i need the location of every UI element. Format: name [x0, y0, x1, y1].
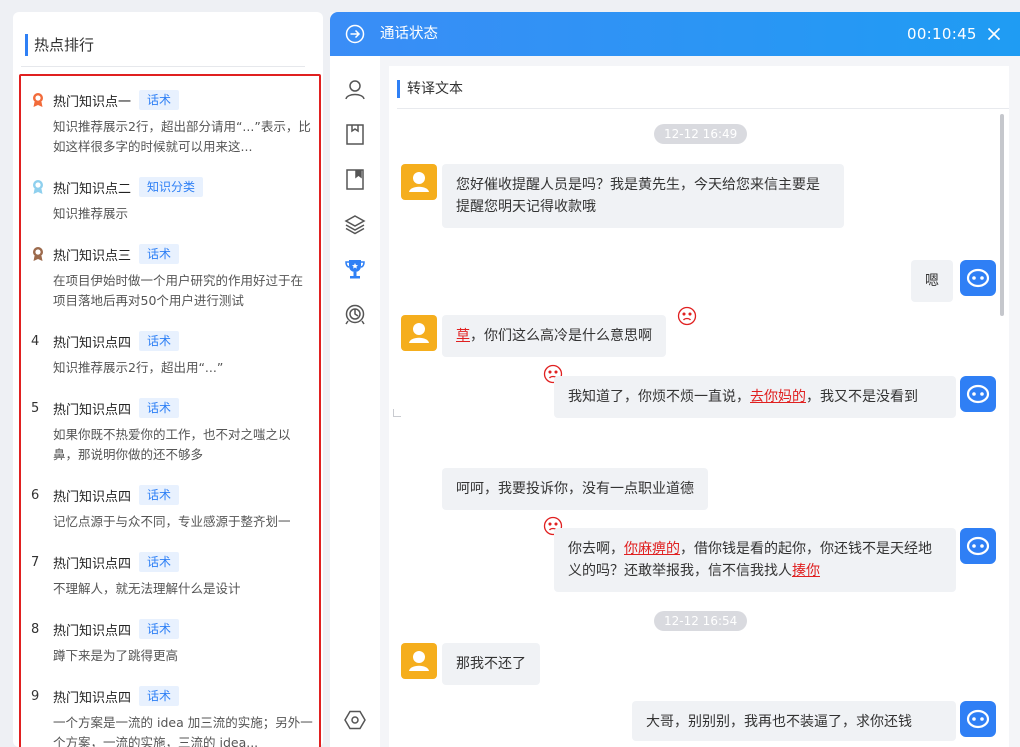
timestamp-chip: 12-12 16:54: [654, 611, 748, 631]
agent-avatar: [960, 701, 996, 737]
robot-icon: [966, 268, 990, 288]
list-item-desc: 蹲下来是为了跳得更高: [53, 648, 179, 663]
arrow-circle-icon: [345, 24, 365, 44]
rank-number: 8: [31, 621, 40, 637]
list-item-desc: 一个方案是一流的 idea 加三流的实施；另外一个方案，一流的实施，三流的 id…: [53, 715, 313, 747]
message-bubble: 你去啊，你麻痹的，借你钱是看的起你，你还钱不是天经地义的吗？还敢举报我，信不信我…: [554, 528, 956, 592]
sad-face-icon: [677, 306, 697, 326]
settings-hex-icon[interactable]: [343, 708, 367, 732]
robot-icon: [966, 384, 990, 404]
side-toolbar: [330, 56, 380, 747]
customer-avatar: [401, 315, 437, 351]
list-item-title: 热门知识点四: [53, 335, 132, 351]
list-item-title: 热门知识点四: [53, 489, 132, 505]
list-item-desc: 不理解人，就无法理解什么是设计: [53, 581, 241, 596]
rank-number: 5: [31, 400, 40, 416]
chat-area[interactable]: 12-12 16:49 您好催收提醒人员是吗？我是黄先生，今天给您来信主要是提醒…: [389, 110, 1009, 747]
message-bubble: 大哥，别别别，我再也不装逼了，求你还钱: [632, 701, 956, 741]
message-bubble: 那我不还了: [442, 643, 540, 685]
corner-mark: [393, 409, 401, 417]
list-item-title: 热门知识点四: [53, 623, 132, 639]
message-bubble: 您好催收提醒人员是吗？我是黄先生，今天给您来信主要是提醒您明天记得收款哦: [442, 164, 844, 228]
call-status-panel: 通话状态 00:10:45 转译文本 12-12 16:49 您好催收提醒人员是…: [330, 12, 1020, 747]
tag-badge: 话术: [139, 90, 180, 110]
list-item[interactable]: 热门知识点二 知识分类 知识推荐展示: [31, 177, 313, 224]
tag-badge: 话术: [139, 244, 180, 264]
user-icon: [409, 172, 429, 192]
robot-icon: [966, 536, 990, 556]
headset-icon[interactable]: [343, 302, 367, 326]
message-bubble: 草，你们这么高冷是什么意思啊: [442, 315, 666, 357]
timestamp-chip: 12-12 16:49: [654, 124, 748, 144]
list-item-title: 热门知识点四: [53, 690, 132, 706]
rank-number: 7: [31, 554, 40, 570]
agent-avatar: [960, 376, 996, 412]
divider: [21, 66, 305, 67]
rank-number: 6: [31, 487, 40, 503]
bookmark-icon[interactable]: [343, 122, 367, 146]
hot-ranking-list: 热门知识点一 话术 知识推荐展示2行，超出部分请用“...”表示，比如这样很多字…: [19, 74, 321, 747]
transcript-title: 转译文本: [397, 80, 463, 98]
sensitive-word: 草: [456, 328, 470, 344]
layers-icon[interactable]: [343, 212, 367, 236]
list-item-desc: 如果你既不热爱你的工作，也不对之嗤之以鼻，那说明你做的还不够多: [53, 427, 291, 462]
sensitive-word: 去你妈的: [750, 389, 806, 405]
bronze-medal-icon: [31, 246, 51, 262]
list-item-desc: 记忆点源于与众不同，专业感源于整齐划一: [53, 514, 291, 529]
tag-badge: 知识分类: [139, 177, 204, 197]
list-item-desc: 知识推荐展示2行，超出部分请用“...”表示，比如这样很多字的时候就可以用来这.…: [53, 119, 311, 154]
list-item[interactable]: 7 热门知识点四 话术 不理解人，就无法理解什么是设计: [31, 552, 313, 599]
message-bubble: 嗯: [911, 260, 953, 302]
list-item-title: 热门知识点四: [53, 402, 132, 418]
scrollbar[interactable]: [1000, 114, 1004, 316]
user-icon: [409, 651, 429, 671]
call-status-title: 通话状态: [380, 26, 438, 42]
list-item-title: 热门知识点二: [53, 181, 132, 197]
sensitive-word: 揍你: [792, 563, 820, 579]
customer-avatar: [401, 643, 437, 679]
agent-avatar: [960, 528, 996, 564]
list-item[interactable]: 6 热门知识点四 话术 记忆点源于与众不同，专业感源于整齐划一: [31, 485, 313, 532]
rank-number: 4: [31, 333, 40, 349]
tag-badge: 话术: [139, 485, 180, 505]
gold-medal-icon: [31, 92, 51, 108]
list-item[interactable]: 5 热门知识点四 话术 如果你既不热爱你的工作，也不对之嗤之以鼻，那说明你做的还…: [31, 398, 313, 465]
tag-badge: 话术: [139, 398, 180, 418]
list-item-desc: 知识推荐展示2行，超出用“...”: [53, 360, 224, 375]
call-timer: 00:10:45: [907, 25, 977, 43]
tag-badge: 话术: [139, 686, 180, 706]
call-header: 通话状态 00:10:45: [330, 12, 1020, 56]
robot-icon: [966, 709, 990, 729]
list-item-desc: 在项目伊始时做一个用户研究的作用好过于在项目落地后再对50个用户进行测试: [53, 273, 304, 308]
trophy-icon[interactable]: [343, 257, 367, 281]
list-item[interactable]: 4 热门知识点四 话术 知识推荐展示2行，超出用“...”: [31, 331, 313, 378]
rank-number: 9: [31, 688, 40, 704]
list-item-desc: 知识推荐展示: [53, 206, 129, 221]
list-item[interactable]: 热门知识点三 话术 在项目伊始时做一个用户研究的作用好过于在项目落地后再对50个…: [31, 244, 313, 311]
tag-badge: 话术: [139, 331, 180, 351]
list-item-title: 热门知识点一: [53, 94, 132, 110]
divider: [397, 108, 1009, 109]
user-icon[interactable]: [343, 77, 367, 101]
transcript-panel: 转译文本 12-12 16:49 您好催收提醒人员是吗？我是黄先生，今天给您来信…: [389, 66, 1009, 747]
sensitive-word: 你麻痹的: [624, 541, 680, 557]
list-item[interactable]: 9 热门知识点四 话术 一个方案是一流的 idea 加三流的实施；另外一个方案，…: [31, 686, 313, 747]
tag-badge: 话术: [139, 619, 180, 639]
customer-avatar: [401, 164, 437, 200]
hot-ranking-title: 热点排行: [25, 34, 94, 56]
silver-medal-icon: [31, 179, 51, 195]
list-item[interactable]: 热门知识点一 话术 知识推荐展示2行，超出部分请用“...”表示，比如这样很多字…: [31, 90, 313, 157]
list-item-title: 热门知识点四: [53, 556, 132, 572]
message-bubble: 呵呵，我要投诉你，没有一点职业道德: [442, 468, 708, 510]
hot-ranking-panel: 热点排行 热门知识点一 话术 知识推荐展示2行，超出部分请用“...”表示，比如…: [13, 12, 323, 747]
tag-badge: 话术: [139, 552, 180, 572]
list-item-title: 热门知识点三: [53, 248, 132, 264]
message-bubble: 我知道了，你烦不烦一直说，去你妈的，我又不是没看到: [554, 376, 956, 418]
user-icon: [409, 323, 429, 343]
book-icon[interactable]: [343, 167, 367, 191]
list-item[interactable]: 8 热门知识点四 话术 蹲下来是为了跳得更高: [31, 619, 313, 666]
close-icon: [987, 27, 1001, 41]
agent-avatar: [960, 260, 996, 296]
close-button[interactable]: [984, 24, 1004, 44]
